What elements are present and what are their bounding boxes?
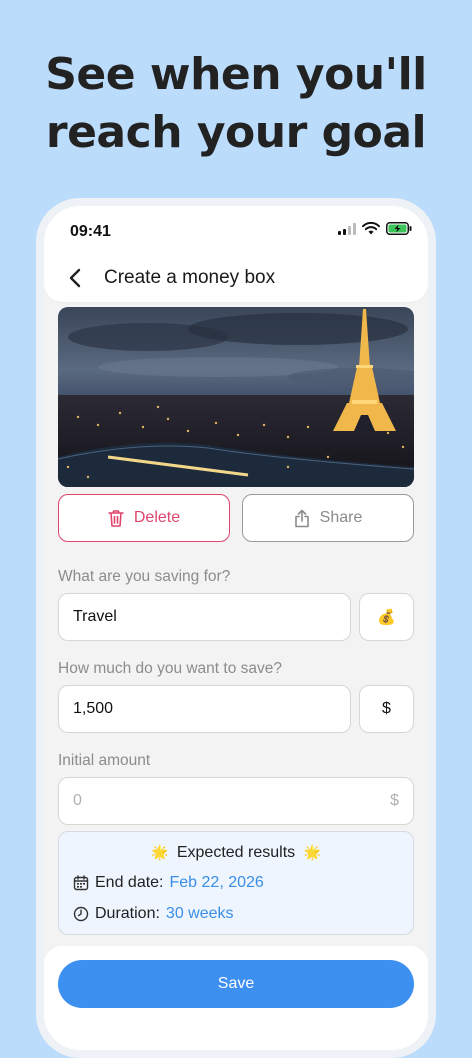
expected-results-card: 🌟 Expected results 🌟 End date: Feb 22, 2… (58, 831, 414, 935)
delete-button[interactable]: Delete (58, 494, 230, 542)
initial-amount-placeholder: 0 (73, 792, 82, 809)
amount-label: How much do you want to save? (58, 660, 283, 677)
status-time: 09:41 (70, 223, 111, 240)
calendar-icon (73, 875, 89, 891)
sparkle-icon: 🌟 (303, 844, 322, 860)
clock-icon (73, 906, 89, 922)
results-title: 🌟 Expected results 🌟 (59, 844, 413, 862)
phone-frame: 09:41 Create a money box Delete Share Wh… (36, 198, 436, 1058)
signal-icon (338, 222, 356, 235)
goal-input[interactable]: Travel (58, 593, 351, 641)
sparkle-icon: 🌟 (150, 844, 169, 860)
initial-currency-symbol: $ (390, 792, 399, 809)
duration-row: Duration: 30 weeks (73, 905, 234, 923)
chevron-left-icon (69, 268, 81, 288)
eiffel-tower-photo (58, 307, 414, 487)
duration-label: Duration: (95, 905, 160, 922)
money-box-photo[interactable] (58, 307, 414, 487)
trash-icon (108, 510, 124, 527)
currency-selector[interactable]: $ (359, 685, 414, 733)
save-button[interactable]: Save (58, 960, 414, 1008)
wifi-icon (362, 222, 380, 235)
headline-line-2: reach your goal (45, 107, 427, 158)
end-date-label: End date: (95, 874, 164, 891)
goal-emoji-picker[interactable]: 💰 (359, 593, 414, 641)
delete-label: Delete (133, 509, 181, 526)
share-button[interactable]: Share (242, 494, 414, 542)
page-title: Create a money box (104, 267, 276, 288)
share-label: Share (319, 509, 363, 526)
amount-input[interactable]: 1,500 (58, 685, 351, 733)
headline-line-1: See when you'll (45, 49, 427, 100)
duration-value: 30 weeks (165, 905, 234, 922)
battery-charging-icon (386, 222, 412, 235)
goal-label: What are you saving for? (58, 568, 231, 585)
end-date-value: Feb 22, 2026 (169, 874, 264, 891)
nav-bar: Create a money box (44, 258, 428, 298)
action-buttons: Delete Share (58, 494, 414, 542)
headline: See when you'll reach your goal (0, 46, 472, 162)
share-icon (294, 509, 309, 527)
end-date-row: End date: Feb 22, 2026 (73, 874, 264, 892)
back-button[interactable] (50, 258, 100, 298)
initial-amount-label: Initial amount (58, 752, 151, 769)
status-icons (338, 222, 412, 235)
results-title-text: Expected results (176, 844, 296, 861)
initial-amount-input[interactable]: 0 $ (58, 777, 414, 825)
money-bag-icon: 💰 (377, 609, 396, 626)
